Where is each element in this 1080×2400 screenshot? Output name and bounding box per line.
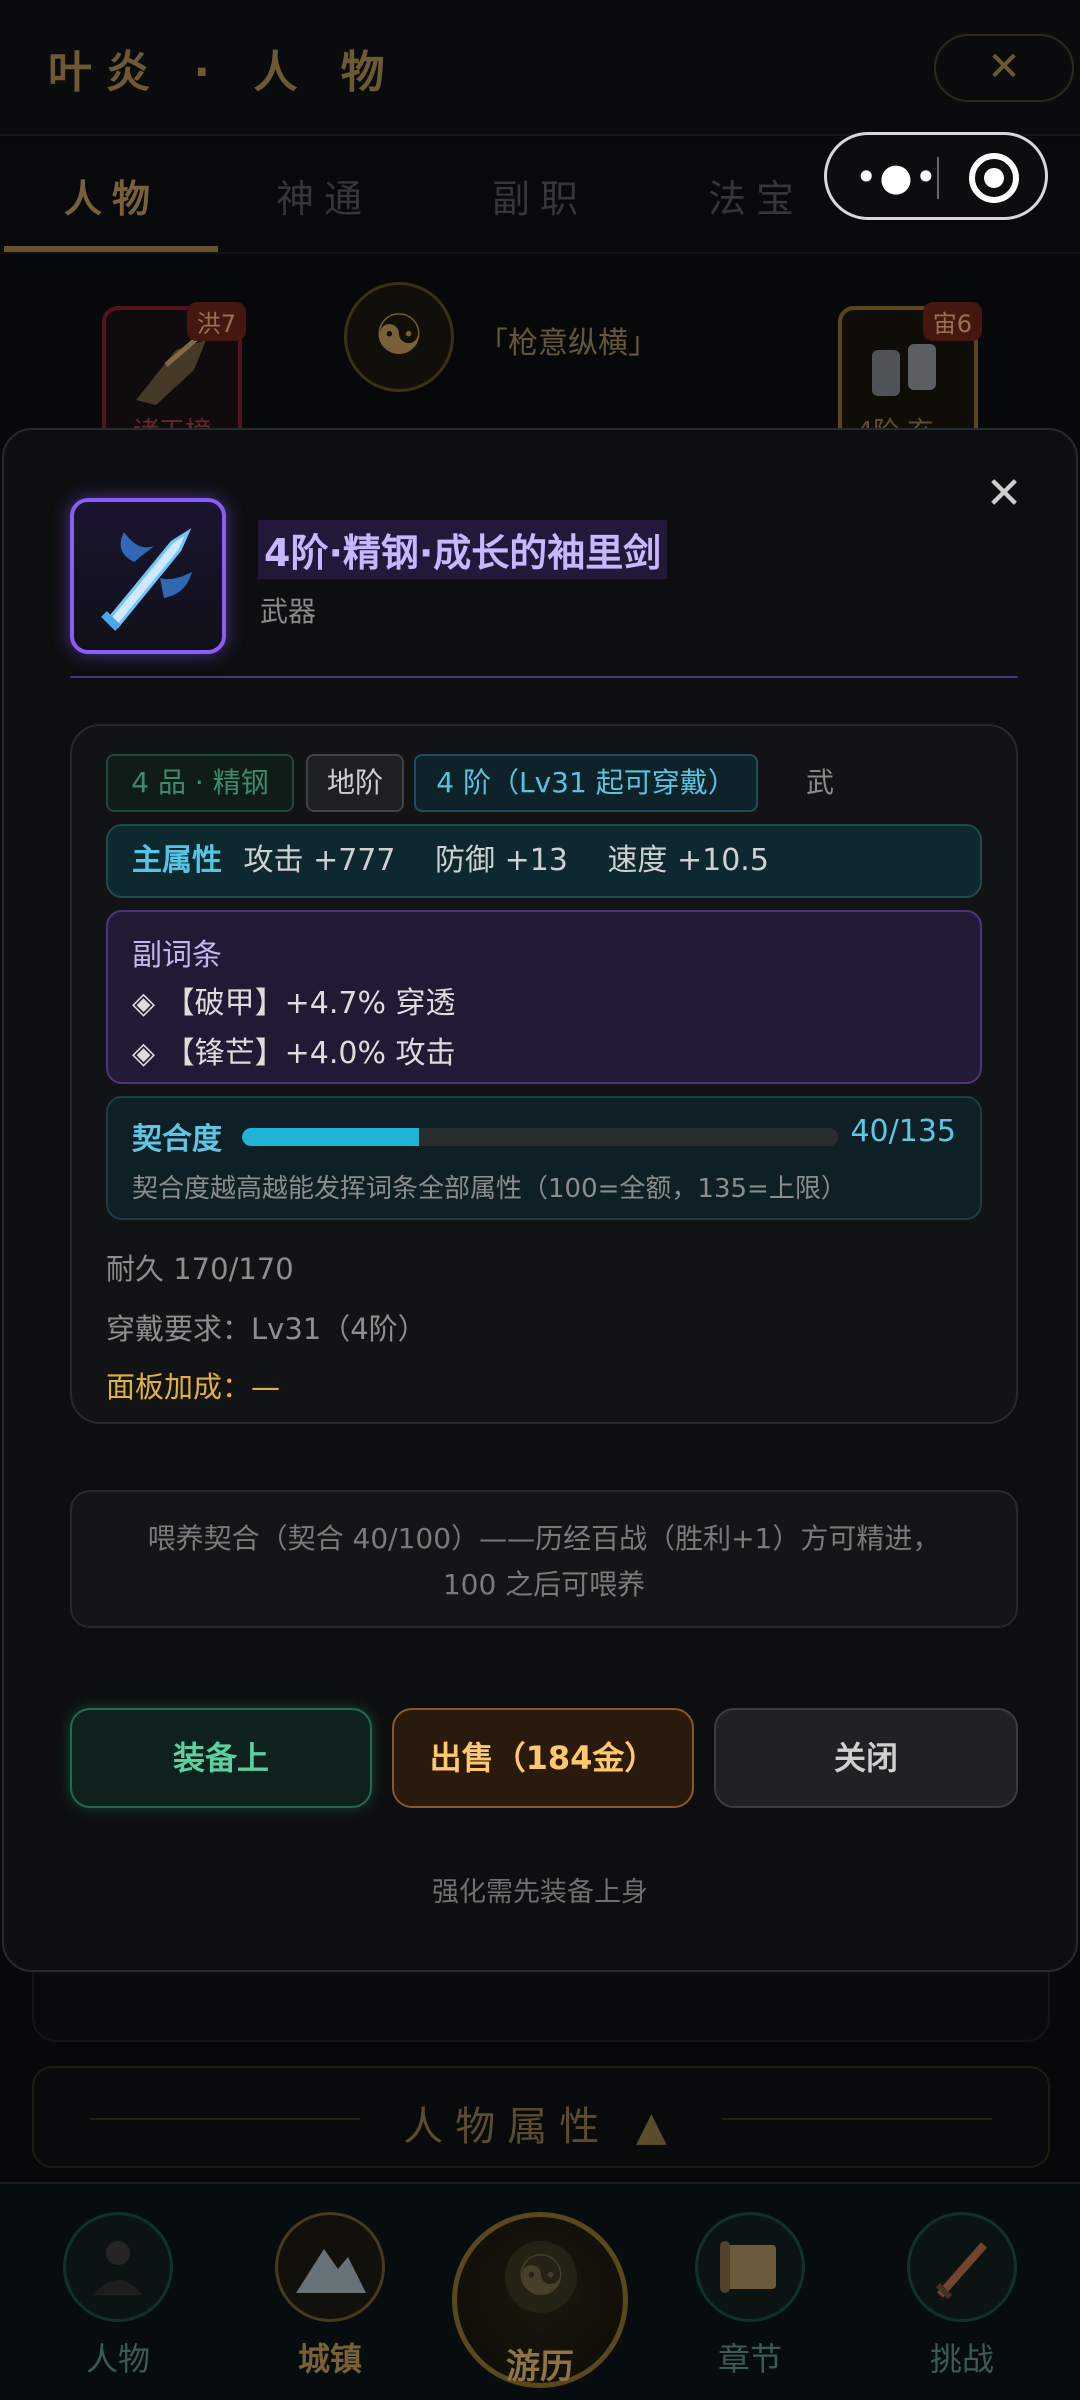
sub-attr-line: ◈ 【锋芒】+4.0% 攻击	[132, 1036, 456, 1071]
item-detail-modal: ✕ 4阶·精钢·成长的袖里剑 武器 4 品 · 精钢 地阶 4 阶（Lv31 起…	[2, 428, 1078, 1972]
target-icon[interactable]	[969, 153, 1019, 203]
divider	[70, 676, 1018, 678]
feed-note-line: 喂养契合（契合 40/100）——历经百战（胜利+1）方可精进，	[147, 1522, 941, 1555]
wear-requirement: 穿戴要求：Lv31（4阶）	[106, 1312, 427, 1346]
sub-attr-title: 副词条	[132, 938, 222, 973]
item-type: 武器	[260, 595, 317, 628]
close-button[interactable]: 关闭	[714, 1708, 1018, 1808]
sub-attr-line: ◈ 【破甲】+4.7% 穿透	[132, 986, 456, 1021]
item-detail-card: 4 品 · 精钢 地阶 4 阶（Lv31 起可穿戴） 武器 主属性 攻击 +77…	[70, 724, 1018, 1424]
main-attr-label: 主属性	[132, 843, 222, 878]
fit-note: 契合度越高越能发挥词条全部属性（100=全额，135=上限）	[132, 1174, 847, 1204]
speed-value: 速度 +10.5	[607, 843, 769, 878]
rank-tag: 地阶	[306, 754, 404, 812]
quality-tag: 4 品 · 精钢	[106, 754, 294, 812]
defense-value: 防御 +13	[435, 843, 568, 878]
fit-progress-bar	[242, 1128, 838, 1146]
sub-attributes: 副词条 ◈ 【破甲】+4.7% 穿透 ◈ 【锋芒】+4.0% 攻击	[106, 910, 982, 1084]
feed-note-line: 100 之后可喂养	[442, 1568, 646, 1601]
item-name: 4阶·精钢·成长的袖里剑	[258, 520, 668, 579]
mini-program-capsule: •●•	[824, 132, 1048, 220]
equip-button[interactable]: 装备上	[70, 1708, 372, 1808]
dagger-icon	[101, 528, 192, 631]
panel-bonus: 面板加成：—	[106, 1370, 281, 1404]
tier-tag: 4 阶（Lv31 起可穿戴）	[414, 754, 758, 812]
enhance-hint: 强化需先装备上身	[432, 1877, 648, 1908]
modal-close-button[interactable]: ✕	[980, 472, 1028, 520]
fit-value: 40/135	[850, 1114, 956, 1149]
main-attributes: 主属性 攻击 +777 防御 +13 速度 +10.5	[106, 824, 982, 898]
fit-label: 契合度	[132, 1122, 222, 1157]
capsule-divider	[937, 157, 939, 199]
sell-button[interactable]: 出售（184金）	[392, 1708, 694, 1808]
close-icon: ✕	[985, 468, 1023, 519]
more-dots-icon[interactable]: •●•	[855, 155, 939, 199]
fit-section: 契合度 40/135 契合度越高越能发挥词条全部属性（100=全额，135=上限…	[106, 1096, 982, 1220]
feed-note: 喂养契合（契合 40/100）——历经百战（胜利+1）方可精进， 100 之后可…	[70, 1490, 1018, 1628]
item-icon	[70, 498, 226, 654]
attack-value: 攻击 +777	[243, 843, 396, 878]
fit-progress-fill	[242, 1128, 419, 1146]
durability: 耐久 170/170	[106, 1252, 294, 1286]
